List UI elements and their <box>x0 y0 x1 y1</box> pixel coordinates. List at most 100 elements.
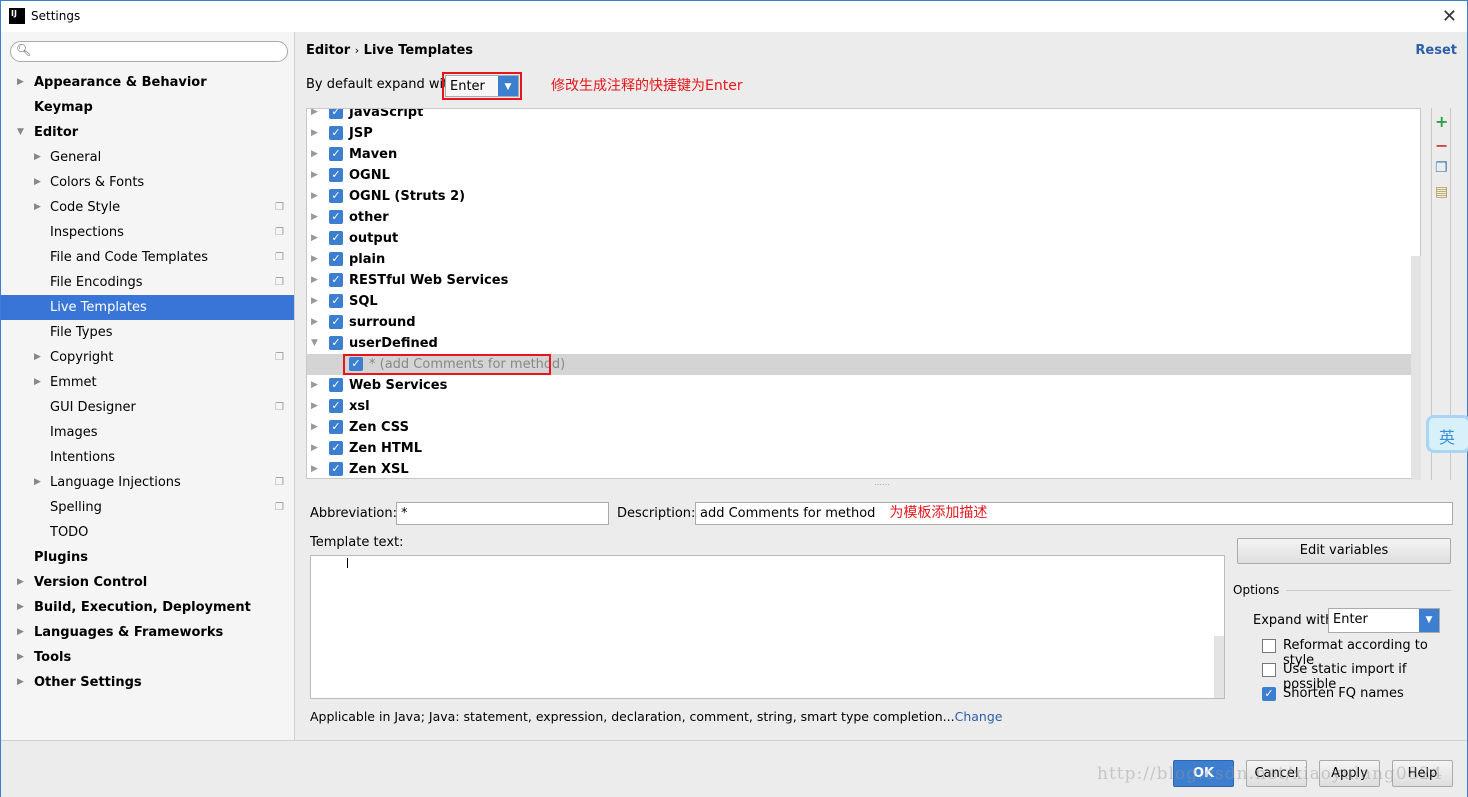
chevron-right-icon[interactable]: ▶ <box>311 165 318 186</box>
template-tree-row[interactable]: ▶ ✓ RESTful Web Services <box>307 270 1420 291</box>
search-input[interactable]: 🔍︎ <box>10 41 288 62</box>
template-tree-row[interactable]: ▶ ✓ Zen XSL <box>307 459 1420 478</box>
checkbox-checked-icon[interactable]: ✓ <box>329 109 343 119</box>
checkbox-checked-icon[interactable]: ✓ <box>329 168 343 182</box>
template-tree-row[interactable]: ▶ ✓ OGNL (Struts 2) <box>307 186 1420 207</box>
editor-scrollbar[interactable] <box>1214 636 1224 698</box>
template-text-editor[interactable] <box>310 555 1225 699</box>
checkbox-checked-icon[interactable]: ✓ <box>329 189 343 203</box>
chevron-right-icon[interactable]: ▶ <box>311 459 318 478</box>
chevron-right-icon[interactable]: ▶ <box>311 291 318 312</box>
template-tree-row[interactable]: ▶ ✓ xsl <box>307 396 1420 417</box>
chevron-down-icon[interactable]: ▼ <box>311 333 318 354</box>
shorten-fq-checkbox[interactable]: ✓ Shorten FQ names <box>1262 685 1462 703</box>
template-tree-row[interactable]: ▶ ✓ Web Services <box>307 375 1420 396</box>
sidebar-item[interactable]: GUI Designer ❐ <box>1 395 294 420</box>
sidebar-item[interactable]: Live Templates <box>1 295 294 320</box>
close-icon[interactable]: ✕ <box>1442 6 1457 27</box>
sidebar-item[interactable]: TODO <box>1 520 294 545</box>
template-tree-row[interactable]: ✓ * (add Comments for method) <box>307 354 1420 375</box>
sidebar-item[interactable]: File and Code Templates ❐ <box>1 245 294 270</box>
chevron-right-icon[interactable]: ▶ <box>311 228 318 249</box>
checkbox-checked-icon[interactable]: ✓ <box>329 294 343 308</box>
template-tree-row[interactable]: ▼ ✓ userDefined <box>307 333 1420 354</box>
chevron-right-icon[interactable]: ▶ <box>17 670 24 695</box>
chevron-right-icon[interactable]: ▶ <box>311 207 318 228</box>
chevron-right-icon[interactable]: ▶ <box>311 312 318 333</box>
expand-with-select[interactable]: Enter ▼ <box>1328 608 1440 633</box>
chevron-right-icon[interactable]: ▶ <box>34 195 41 220</box>
template-tree-row[interactable]: ▶ ✓ OGNL <box>307 165 1420 186</box>
template-tree-row[interactable]: ▶ ✓ JavaScript <box>307 109 1420 123</box>
change-context-icon[interactable]: ▤ <box>1435 184 1448 200</box>
sidebar-item[interactable]: Intentions <box>1 445 294 470</box>
sidebar-item[interactable]: ▶ Languages & Frameworks <box>1 620 294 645</box>
tree-scrollbar[interactable] <box>1411 256 1421 480</box>
sidebar-item[interactable]: ▶ General <box>1 145 294 170</box>
chevron-right-icon[interactable]: ▶ <box>311 270 318 291</box>
chevron-right-icon[interactable]: ▶ <box>311 375 318 396</box>
sidebar-item[interactable]: File Types <box>1 320 294 345</box>
checkbox-checked-icon[interactable]: ✓ <box>329 210 343 224</box>
chevron-right-icon[interactable]: ▶ <box>311 144 318 165</box>
template-tree-row[interactable]: ▶ ✓ Zen HTML <box>307 438 1420 459</box>
splitter-handle[interactable]: ⋯⋯ <box>874 480 890 489</box>
template-tree-row[interactable]: ▶ ✓ output <box>307 228 1420 249</box>
chevron-right-icon[interactable]: ▶ <box>17 70 24 95</box>
checkbox-checked-icon[interactable]: ✓ <box>329 441 343 455</box>
chevron-right-icon[interactable]: ▶ <box>17 620 24 645</box>
checkbox-checked-icon[interactable]: ✓ <box>329 231 343 245</box>
checkbox-checked-icon[interactable]: ✓ <box>329 420 343 434</box>
chevron-right-icon[interactable]: ▶ <box>17 570 24 595</box>
sidebar-item[interactable]: Inspections ❐ <box>1 220 294 245</box>
sidebar-item[interactable]: ▶ Code Style ❐ <box>1 195 294 220</box>
reset-link[interactable]: Reset <box>1415 43 1457 58</box>
sidebar-item[interactable]: Keymap <box>1 95 294 120</box>
checkbox-checked-icon[interactable]: ✓ <box>329 126 343 140</box>
sidebar-item[interactable]: ▼ Editor <box>1 120 294 145</box>
chevron-right-icon[interactable]: ▶ <box>311 186 318 207</box>
checkbox-checked-icon[interactable]: ✓ <box>329 336 343 350</box>
copy-icon[interactable]: ❐ <box>1435 160 1448 176</box>
abbreviation-input[interactable]: * <box>396 502 609 525</box>
template-tree-row[interactable]: ▶ ✓ Maven <box>307 144 1420 165</box>
sidebar-item[interactable]: ▶ Copyright ❐ <box>1 345 294 370</box>
sidebar-item[interactable]: Spelling ❐ <box>1 495 294 520</box>
chevron-right-icon[interactable]: ▶ <box>34 370 41 395</box>
sidebar-item[interactable]: Images <box>1 420 294 445</box>
sidebar-item[interactable]: ▶ Build, Execution, Deployment <box>1 595 294 620</box>
static-import-checkbox[interactable]: Use static import if possible <box>1262 661 1462 692</box>
sidebar-item[interactable]: ▶ Language Injections ❐ <box>1 470 294 495</box>
remove-icon[interactable]: − <box>1435 136 1448 155</box>
sidebar-item[interactable]: Plugins <box>1 545 294 570</box>
checkbox-checked-icon[interactable]: ✓ <box>329 399 343 413</box>
chevron-down-icon[interactable]: ▼ <box>17 120 24 145</box>
chevron-right-icon[interactable]: ▶ <box>311 123 318 144</box>
reformat-checkbox[interactable]: Reformat according to style <box>1262 637 1462 668</box>
checkbox-checked-icon[interactable]: ✓ <box>329 252 343 266</box>
edit-variables-button[interactable]: Edit variables <box>1237 538 1451 564</box>
sidebar-item[interactable]: ▶ Version Control <box>1 570 294 595</box>
checkbox-checked-icon[interactable]: ✓ <box>329 462 343 476</box>
sidebar-item[interactable]: ▶ Tools <box>1 645 294 670</box>
chevron-right-icon[interactable]: ▶ <box>311 438 318 459</box>
template-tree-row[interactable]: ▶ ✓ SQL <box>307 291 1420 312</box>
sidebar-item[interactable]: ▶ Colors & Fonts <box>1 170 294 195</box>
chevron-right-icon[interactable]: ▶ <box>311 396 318 417</box>
template-tree-row[interactable]: ▶ ✓ surround <box>307 312 1420 333</box>
sidebar-item[interactable]: File Encodings ❐ <box>1 270 294 295</box>
checkbox-checked-icon[interactable]: ✓ <box>329 315 343 329</box>
chevron-right-icon[interactable]: ▶ <box>311 249 318 270</box>
sidebar-item[interactable]: ▶ Appearance & Behavior <box>1 70 294 95</box>
chevron-right-icon[interactable]: ▶ <box>34 470 41 495</box>
checkbox-checked-icon[interactable]: ✓ <box>329 147 343 161</box>
template-tree-row[interactable]: ▶ ✓ JSP <box>307 123 1420 144</box>
change-context-link[interactable]: Change <box>955 709 1003 724</box>
chevron-right-icon[interactable]: ▶ <box>34 145 41 170</box>
chevron-right-icon[interactable]: ▶ <box>311 417 318 438</box>
default-expand-select[interactable]: Enter ▼ <box>442 72 522 100</box>
add-icon[interactable]: + <box>1435 112 1448 131</box>
sidebar-item[interactable]: ▶ Emmet <box>1 370 294 395</box>
chevron-right-icon[interactable]: ▶ <box>17 645 24 670</box>
chevron-right-icon[interactable]: ▶ <box>311 109 318 123</box>
